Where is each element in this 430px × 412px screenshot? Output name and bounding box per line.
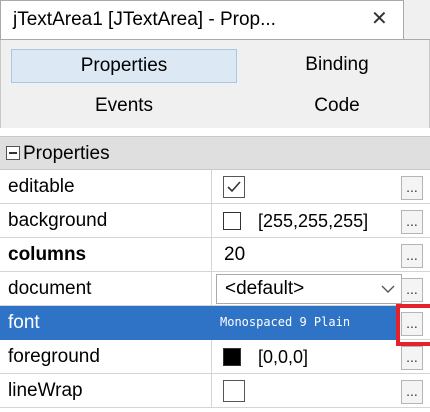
property-name: foreground (8, 346, 100, 367)
property-value[interactable] (212, 374, 400, 408)
property-value[interactable] (212, 170, 400, 204)
highlight-annotation (396, 304, 430, 346)
title-strip (404, 0, 430, 40)
color-swatch (223, 212, 241, 230)
color-value: [0,0,0] (258, 347, 309, 367)
close-icon[interactable]: ✕ (371, 7, 388, 31)
window-titlebar: jTextArea1 [JTextArea] - Prop... ✕ (0, 0, 404, 40)
section-label: Properties (23, 143, 110, 164)
properties-section-header[interactable]: Properties (0, 136, 430, 170)
property-row-foreground[interactable]: foreground [0,0,0] ... (0, 340, 430, 374)
property-row-columns[interactable]: columns 20 ... (0, 238, 430, 272)
ellipsis-button[interactable]: ... (401, 210, 423, 234)
tab-properties[interactable]: Properties (11, 49, 237, 83)
ellipsis-button[interactable]: ... (401, 176, 423, 200)
property-value[interactable]: <default> (212, 272, 402, 306)
property-row-background[interactable]: background [255,255,255] ... (0, 204, 430, 238)
checkmark-icon (227, 181, 241, 193)
ellipsis-button[interactable]: ... (401, 346, 423, 370)
property-name: font (8, 312, 40, 333)
property-value[interactable]: [0,0,0] (212, 340, 400, 374)
font-value: Monospaced 9 Plain (220, 315, 351, 329)
ellipsis-button[interactable]: ... (401, 380, 423, 404)
tab-binding[interactable]: Binding (246, 49, 428, 83)
property-row-editable[interactable]: editable ... (0, 170, 430, 204)
ellipsis-button[interactable]: ... (401, 278, 423, 302)
tab-bar: Properties Binding Events Code (0, 40, 430, 128)
property-name: columns (8, 244, 87, 265)
linewrap-checkbox[interactable] (223, 380, 245, 402)
property-grid: editable ... background [255,255,255] ..… (0, 170, 430, 408)
property-value[interactable]: 20 (212, 238, 400, 272)
property-name: background (8, 210, 108, 231)
tab-events[interactable]: Events (11, 90, 237, 124)
property-row-font[interactable]: font Monospaced 9 Plain ... (0, 306, 430, 340)
columns-value: 20 (224, 244, 246, 265)
ellipsis-button[interactable]: ... (401, 244, 423, 268)
property-name: document (8, 278, 92, 299)
collapse-minus-icon[interactable] (6, 146, 20, 160)
property-name: lineWrap (8, 380, 83, 401)
document-combobox[interactable]: <default> (216, 274, 402, 304)
property-value[interactable]: Monospaced 9 Plain (212, 306, 400, 340)
property-name: editable (8, 176, 75, 197)
chevron-down-icon[interactable] (381, 284, 395, 294)
property-value[interactable]: [255,255,255] (212, 204, 400, 238)
editable-checkbox[interactable] (223, 176, 245, 198)
combo-value: <default> (225, 278, 305, 299)
color-value: [255,255,255] (258, 211, 369, 231)
property-row-document[interactable]: document <default> ... (0, 272, 430, 306)
color-swatch (223, 348, 241, 366)
tab-code[interactable]: Code (246, 90, 428, 124)
window-title: jTextArea1 [JTextArea] - Prop... (13, 9, 276, 30)
property-row-linewrap[interactable]: lineWrap ... (0, 374, 430, 408)
